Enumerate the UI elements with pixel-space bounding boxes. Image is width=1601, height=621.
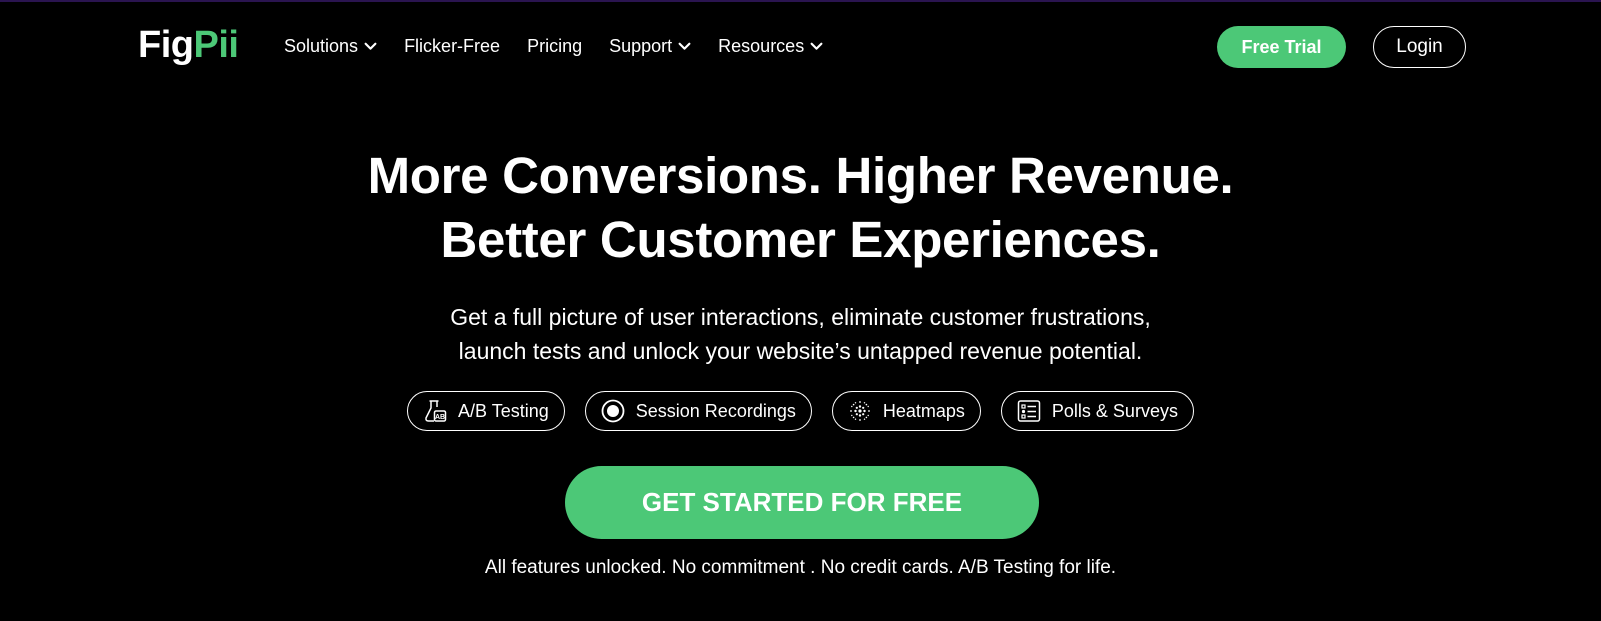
nav-item-resources[interactable]: Resources <box>718 36 823 57</box>
feature-pill-ab-testing[interactable]: AB A/B Testing <box>407 391 565 431</box>
feature-pill-label: A/B Testing <box>458 400 549 421</box>
hero-headline: More Conversions. Higher Revenue. Better… <box>0 144 1601 272</box>
chevron-down-icon <box>364 42 377 50</box>
flask-ab-icon: AB <box>425 400 447 422</box>
free-trial-button[interactable]: Free Trial <box>1217 26 1346 68</box>
feature-pill-label: Heatmaps <box>882 400 965 421</box>
headline-line-1: More Conversions. Higher Revenue. <box>367 147 1234 204</box>
logo-fig-text: Fig <box>138 24 194 66</box>
nav-item-label: Flicker-Free <box>404 35 501 56</box>
cta-note: All features unlocked. No commitment . N… <box>484 557 1117 578</box>
subtext-line-2: launch tests and unlock your website’s u… <box>458 338 1143 364</box>
feature-pill-session-recordings[interactable]: Session Recordings <box>584 391 812 431</box>
nav-links: Solutions Flicker-Free Pricing Support R… <box>284 32 850 60</box>
nav-item-label: Support <box>609 35 673 56</box>
chevron-down-icon <box>810 42 823 50</box>
record-icon <box>601 399 625 423</box>
feature-pill-label: Session Recordings <box>635 400 796 421</box>
top-nav: FigPii Solutions Flicker-Free Pricing Su… <box>0 2 1601 90</box>
feature-pill-heatmaps[interactable]: Heatmaps <box>831 391 981 431</box>
nav-item-flicker-free[interactable]: Flicker-Free <box>404 36 500 57</box>
nav-item-support[interactable]: Support <box>609 36 691 57</box>
survey-icon <box>1017 400 1041 422</box>
feature-pills: AB A/B Testing Session Recordings Heatma… <box>0 391 1601 431</box>
feature-pill-label: Polls & Surveys <box>1051 400 1178 421</box>
headline-line-2: Better Customer Experiences. <box>440 211 1161 268</box>
nav-item-pricing[interactable]: Pricing <box>527 36 582 57</box>
chevron-down-icon <box>678 42 691 50</box>
hero-subtext: Get a full picture of user interactions,… <box>0 300 1601 368</box>
svg-text:AB: AB <box>435 414 445 421</box>
figpii-logo[interactable]: FigPii <box>138 22 239 68</box>
nav-item-label: Resources <box>718 35 805 56</box>
nav-item-label: Pricing <box>527 35 583 56</box>
heatmap-icon <box>849 401 870 421</box>
feature-pill-polls-surveys[interactable]: Polls & Surveys <box>1000 391 1194 431</box>
page: FigPii Solutions Flicker-Free Pricing Su… <box>0 0 1601 621</box>
nav-item-solutions[interactable]: Solutions <box>284 36 377 57</box>
login-button[interactable]: Login <box>1373 26 1466 68</box>
subtext-line-1: Get a full picture of user interactions,… <box>450 304 1151 330</box>
logo-pii-text: Pii <box>193 24 239 66</box>
get-started-button[interactable]: GET STARTED FOR FREE <box>565 466 1039 539</box>
nav-item-label: Solutions <box>284 35 359 56</box>
